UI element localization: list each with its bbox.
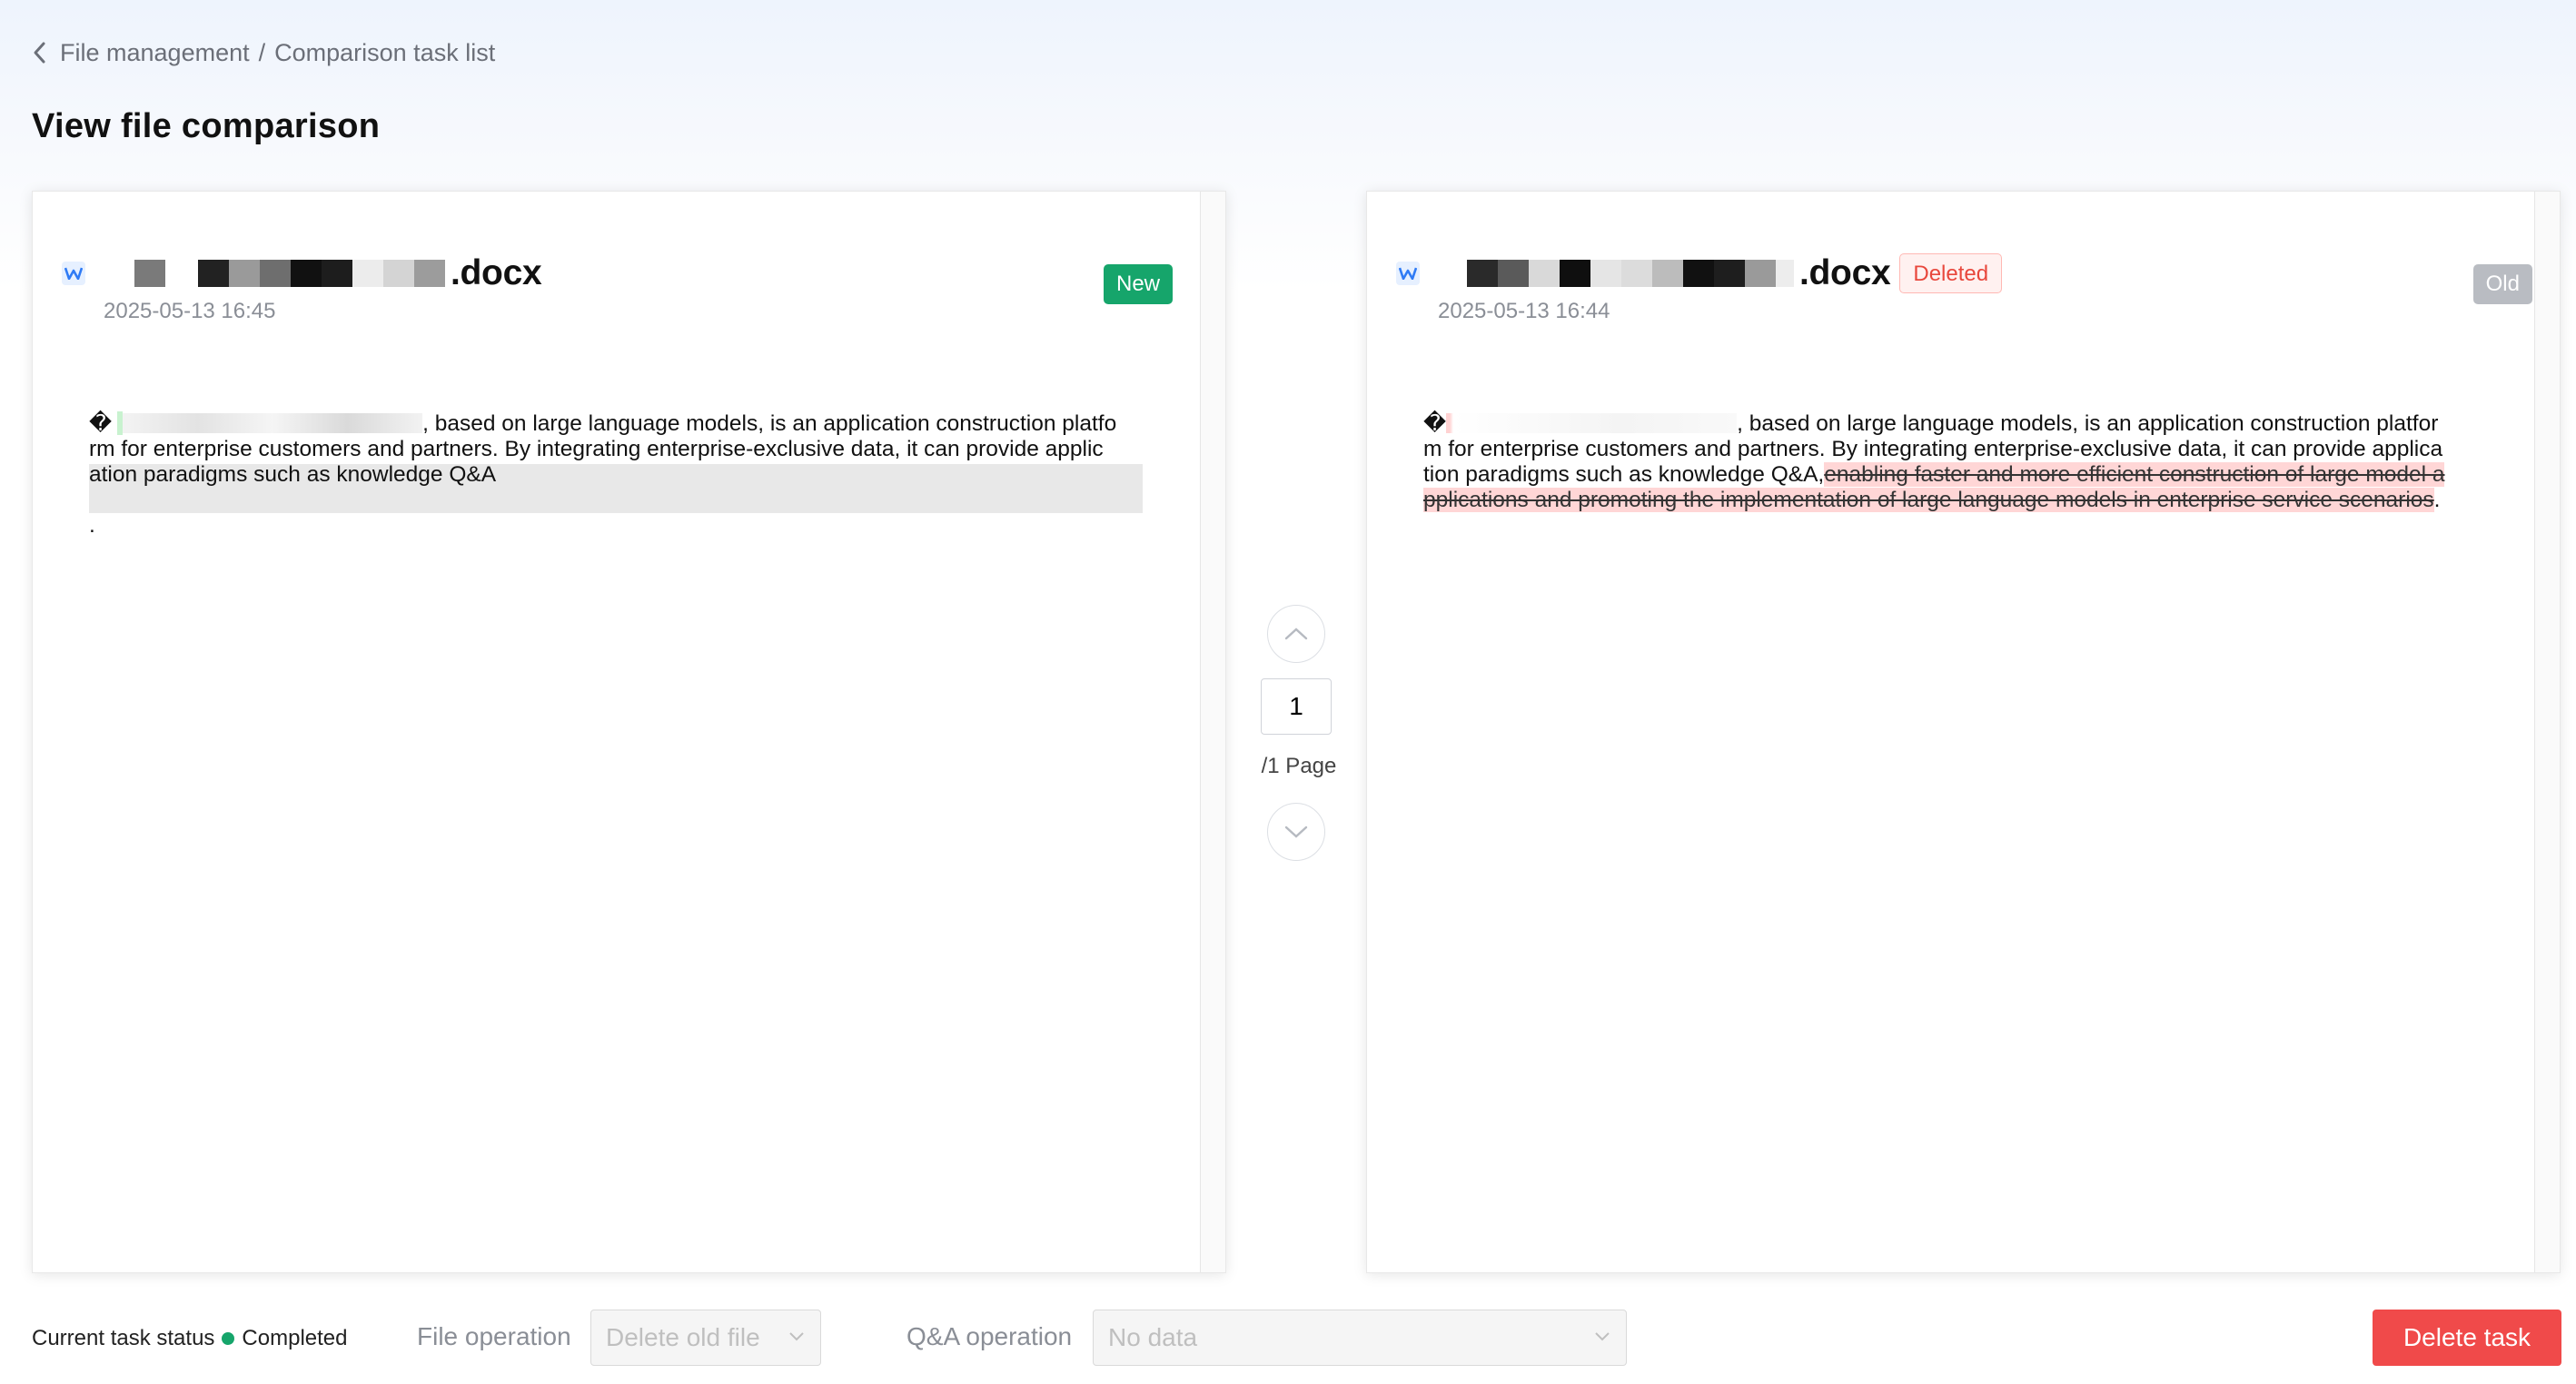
status-dot-icon	[222, 1332, 235, 1345]
content-line-3: tion paradigms such as knowledge Q&A,	[1423, 462, 1825, 487]
deleted-text: pplications and promoting the implementa…	[1423, 488, 2434, 512]
page-number-input[interactable]	[1261, 678, 1332, 735]
new-file-panel: .docx 2025-05-13 16:45 New � , based on l…	[32, 191, 1226, 1273]
redacted-file-name	[98, 260, 445, 287]
previous-page-button[interactable]	[1267, 605, 1325, 663]
qa-operation-value: No data	[1108, 1323, 1198, 1351]
file-operation-label: File operation	[417, 1322, 571, 1350]
content-line-1: , based on large language models, is an …	[1737, 411, 2439, 436]
file-name: .docx	[451, 253, 542, 292]
content-line-2: m for enterprise customers and partners.…	[1423, 437, 2443, 461]
scrollbar[interactable]	[2534, 192, 2560, 1272]
old-tag: Old	[2472, 264, 2532, 304]
document-content: � , based on large language models, is an…	[1423, 411, 2477, 513]
breadcrumb-separator: /	[258, 38, 266, 66]
file-operation-select[interactable]: Delete old file	[590, 1310, 821, 1366]
redacted-text	[123, 413, 423, 433]
new-tag: New	[1103, 264, 1173, 304]
redacted-file-name	[1432, 260, 1794, 287]
file-name: .docx	[1799, 253, 1891, 292]
content-line-4: .	[89, 513, 95, 538]
content-line-4: .	[2433, 488, 2441, 512]
unknown-glyph: �	[89, 411, 113, 436]
content-line-3: ation paradigms such as knowledge Q&A	[89, 462, 497, 487]
file-operation-value: Delete old file	[606, 1323, 760, 1351]
word-icon	[1396, 262, 1420, 285]
redacted-text	[1446, 413, 1738, 433]
content-line-1: , based on large language models, is an …	[422, 411, 1117, 436]
content-line-2: rm for enterprise customers and partners…	[89, 437, 1104, 461]
task-status: Current task status Completed	[32, 1326, 347, 1351]
qa-operation-select[interactable]: No data	[1093, 1310, 1627, 1366]
file-date: 2025-05-13 16:45	[104, 299, 276, 323]
chevron-left-icon[interactable]	[33, 41, 47, 64]
word-icon	[62, 262, 85, 285]
breadcrumb: File management / Comparison task list	[33, 35, 495, 71]
next-page-button[interactable]	[1267, 803, 1325, 861]
unknown-glyph: �	[1423, 411, 1447, 436]
document-content: � , based on large language models, is an…	[89, 411, 1143, 539]
breadcrumb-file-management[interactable]: File management	[60, 39, 250, 67]
page-total: /1 Page	[1261, 754, 1337, 778]
qa-operation-label: Q&A operation	[907, 1322, 1073, 1350]
delete-task-button[interactable]: Delete task	[2373, 1310, 2561, 1366]
chevron-down-icon	[789, 1332, 804, 1341]
old-file-panel: .docx Deleted 2025-05-13 16:44 Old � , ba…	[1366, 191, 2561, 1273]
file-header: .docx	[62, 253, 542, 293]
scrollbar[interactable]	[1200, 192, 1225, 1272]
deleted-tag: Deleted	[1899, 253, 2003, 293]
chevron-down-icon	[1284, 825, 1308, 838]
chevron-up-icon	[1284, 628, 1308, 640]
file-date: 2025-05-13 16:44	[1438, 299, 1610, 323]
task-status-label: Current task status	[32, 1326, 215, 1350]
page-title: View file comparison	[32, 107, 381, 145]
task-status-value: Completed	[242, 1326, 348, 1350]
deleted-text: enabling faster and more efficient const…	[1824, 462, 2445, 487]
chevron-down-icon	[1595, 1332, 1610, 1341]
file-header: .docx Deleted	[1396, 253, 2003, 293]
breadcrumb-comparison-task-list: Comparison task list	[274, 38, 496, 66]
